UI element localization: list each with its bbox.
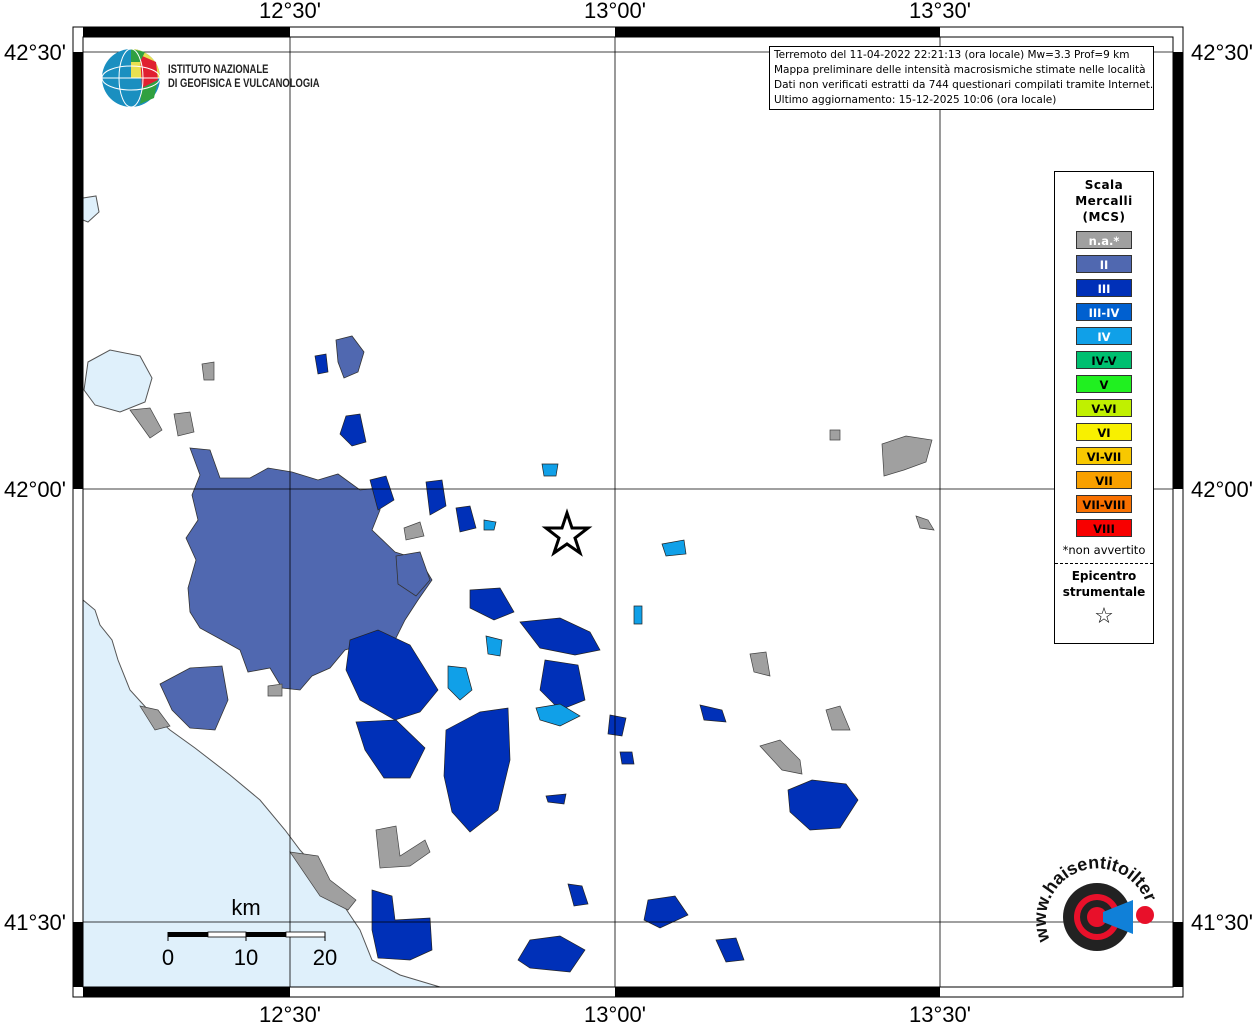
- legend-swatch: V-VI: [1076, 399, 1132, 417]
- legend-swatch: V: [1076, 375, 1132, 393]
- legend-swatch: VII-VIII: [1076, 495, 1132, 513]
- institute-name: ISTITUTO NAZIONALE DI GEOFISICA E VULCAN…: [168, 64, 320, 90]
- lon-tick-bottom: 12°30': [259, 1002, 321, 1024]
- lat-tick-left: 42°00': [4, 477, 66, 502]
- lat-tick-right: 41°30': [1191, 910, 1253, 935]
- svg-text:20: 20: [313, 945, 337, 970]
- svg-text:10: 10: [234, 945, 258, 970]
- lon-tick-top: 13°00': [584, 0, 646, 23]
- legend-swatch: VIII: [1076, 519, 1132, 537]
- legend-swatch: III: [1076, 279, 1132, 297]
- intensity-iii-areas: [314, 353, 859, 973]
- legend-swatch: IV-V: [1076, 351, 1132, 369]
- epicenter-star-icon: [541, 508, 593, 557]
- lat-tick-left: 42°30': [4, 40, 66, 65]
- legend-note: *non avvertito: [1062, 543, 1146, 557]
- lon-tick-top: 13°30': [909, 0, 971, 23]
- legend-title: Scala Mercalli (MCS): [1075, 178, 1133, 224]
- event-info-box: Terremoto del 11-04-2022 22:21:13 (ora l…: [769, 46, 1154, 110]
- legend-swatch: VI: [1076, 423, 1132, 441]
- lon-tick-top: 12°30': [259, 0, 321, 23]
- lake: [82, 195, 100, 223]
- lon-tick-bottom: 13°30': [909, 1002, 971, 1024]
- area-ii: [159, 665, 229, 731]
- lat-tick-right: 42°00': [1191, 477, 1253, 502]
- legend-swatch: VII: [1076, 471, 1132, 489]
- legend-divider: [1055, 563, 1153, 564]
- last-update: Ultimo aggiornamento: 15-12-2025 10:06 (…: [774, 94, 1057, 106]
- intensity-map: 12°30' 13°00' 13°30' 12°30' 13°00' 13°30…: [0, 0, 1256, 1024]
- ingv-globe-logo: [101, 48, 161, 108]
- lat-tick-right: 42°30': [1191, 40, 1253, 65]
- map-description: Mappa preliminare delle intensità macros…: [774, 64, 1146, 76]
- legend-swatch: II: [1076, 255, 1132, 273]
- epicenter-star-icon: ☆: [1094, 604, 1114, 629]
- scale-unit: km: [231, 895, 260, 920]
- lon-tick-bottom: 13°00': [584, 1002, 646, 1024]
- area-ii: [335, 335, 365, 379]
- svg-text:0: 0: [162, 945, 174, 970]
- legend-swatch: n.a.*: [1076, 231, 1132, 249]
- legend-swatch: IV: [1076, 327, 1132, 345]
- mcs-legend: Scala Mercalli (MCS) n.a.* II III III-IV IV I…: [1054, 171, 1154, 644]
- lake-bracciano: [83, 349, 153, 413]
- legend-swatch: VI-VII: [1076, 447, 1132, 465]
- legend-swatch: III-IV: [1076, 303, 1132, 321]
- lat-tick-left: 41°30': [4, 910, 66, 935]
- legend-epicenter-label: Epicentro strumentale: [1062, 569, 1146, 599]
- event-line: Terremoto del 11-04-2022 22:21:13 (ora l…: [774, 49, 1130, 61]
- data-note: Dati non verificati estratti da 744 ques…: [774, 79, 1154, 91]
